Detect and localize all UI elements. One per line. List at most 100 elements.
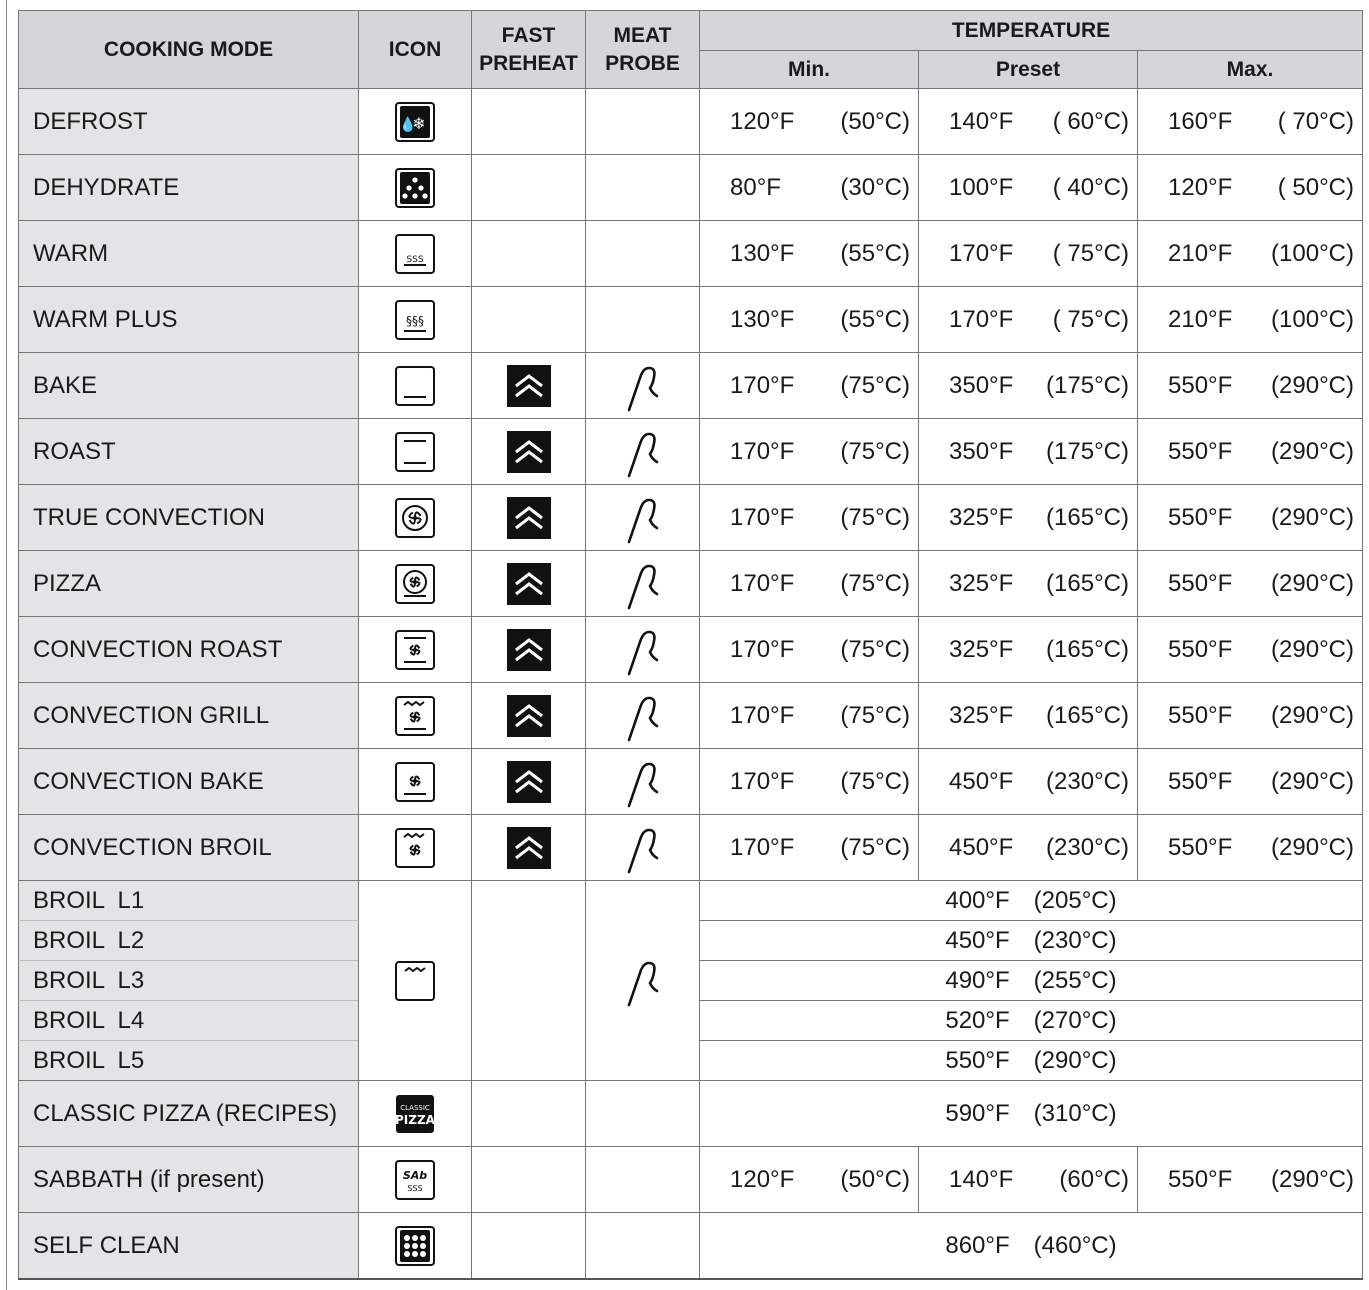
fast-preheat-cell (471, 550, 586, 617)
meat-probe-icon (625, 762, 661, 807)
preset-temp: 140°F (60°C) (918, 1146, 1138, 1213)
temp-c: ( 70°C) (1277, 107, 1354, 135)
fast-preheat-cell (471, 748, 586, 815)
temp-f: 325°F (949, 635, 1014, 663)
svg-text:❄: ❄ (412, 114, 425, 133)
temp-f: 130°F (730, 239, 795, 267)
temp-f: 140°F (949, 1165, 1014, 1193)
fast-preheat-cell (471, 814, 586, 881)
meat-probe-cell (585, 484, 700, 551)
table-row: CONVECTION BROIL 170°F (75°C) 450°F (230°C) 5… (18, 814, 1363, 881)
preset-temp: 325°F (165°C) (918, 616, 1138, 683)
meat-probe-cell (585, 220, 700, 287)
fast-preheat-icon (506, 760, 551, 803)
mode-label: CONVECTION BAKE (18, 748, 359, 815)
max-temp: 550°F (290°C) (1137, 682, 1363, 749)
table-row: TRUE CONVECTION 170°F (75°C) 325°F (165°C) 55… (18, 484, 1363, 551)
meat-probe-cell (585, 682, 700, 749)
temp-f: 550°F (1168, 833, 1233, 861)
fast-preheat-icon (506, 430, 551, 473)
mode-label: BROIL L2 (18, 920, 359, 961)
icon-cell (358, 1212, 472, 1280)
pizza-icon (395, 563, 435, 604)
convection-roast-icon (395, 629, 435, 670)
svg-text:SSS: SSS (406, 255, 423, 265)
preset-temp: 350°F (175°C) (918, 418, 1138, 485)
max-temp: 550°F (290°C) (1137, 814, 1363, 881)
temp-c: (290°C) (1271, 833, 1354, 861)
temp-c: (165°C) (1046, 503, 1129, 531)
preset-temp: 170°F ( 75°C) (918, 220, 1138, 287)
temp-f: 100°F (949, 173, 1014, 201)
temp-c: (75°C) (840, 767, 910, 795)
max-temp: 550°F (290°C) (1137, 352, 1363, 419)
temp-c: (75°C) (840, 437, 910, 465)
icon-cell (358, 550, 472, 617)
temp-c: (100°C) (1271, 239, 1354, 267)
max-temp: 160°F ( 70°C) (1137, 88, 1363, 155)
preset-temp: 860°F (460°C) (699, 1212, 1363, 1280)
icon-cell (358, 880, 472, 1081)
preset-temp: 590°F (310°C) (699, 1080, 1363, 1147)
table-row: CONVECTION GRILL 170°F (75°C) 325°F (165°C) 5… (18, 682, 1363, 749)
true-convection-icon (395, 497, 435, 538)
meat-probe-cell (585, 880, 700, 1081)
temp-c: (290°C) (1271, 371, 1354, 399)
preset-temp: 325°F (165°C) (918, 682, 1138, 749)
temp-f: 550°F (1168, 437, 1233, 465)
fast-preheat-cell (471, 1212, 586, 1280)
temp-c: (460°C) (1033, 1231, 1117, 1259)
icon-cell: CLASSIC PIZZA (358, 1080, 472, 1147)
preset-temp: 450°F (230°C) (918, 748, 1138, 815)
meat-probe-cell (585, 286, 700, 353)
temp-f: 170°F (730, 371, 795, 399)
mode-label: PIZZA (18, 550, 359, 617)
preset-temp: 140°F ( 60°C) (918, 88, 1138, 155)
temp-c: (55°C) (840, 305, 910, 333)
mode-label: CLASSIC PIZZA (RECIPES) (18, 1080, 359, 1147)
meat-probe-cell (585, 814, 700, 881)
min-temp: 170°F (75°C) (699, 682, 919, 749)
icon-cell: §§§ (358, 286, 472, 353)
mode-label: SABBATH (if present) (18, 1146, 359, 1213)
temp-f: 120°F (730, 107, 795, 135)
temp-c: (50°C) (840, 1165, 910, 1193)
temp-f: 520°F (945, 1006, 1010, 1034)
min-temp: 170°F (75°C) (699, 418, 919, 485)
min-temp: 170°F (75°C) (699, 814, 919, 881)
fast-preheat-icon (506, 826, 551, 869)
mode-label: BROIL L5 (18, 1040, 359, 1081)
temp-c: ( 75°C) (1052, 239, 1129, 267)
meat-probe-icon (625, 366, 661, 411)
temp-c: (290°C) (1271, 437, 1354, 465)
temp-f: 170°F (949, 239, 1014, 267)
mode-label: BAKE (18, 352, 359, 419)
min-temp: 120°F (50°C) (699, 1146, 919, 1213)
temp-c: ( 75°C) (1052, 305, 1129, 333)
header-fast-preheat: FAST PREHEAT (471, 10, 586, 89)
fast-preheat-icon (506, 496, 551, 539)
temp-c: (75°C) (840, 503, 910, 531)
mode-label: BROIL L4 (18, 1000, 359, 1041)
min-temp: 80°F (30°C) (699, 154, 919, 221)
meat-probe-cell (585, 550, 700, 617)
temp-f: 120°F (730, 1165, 795, 1193)
table-row: ROAST 170°F (75°C) 350°F (175°C) 550°F (290°C) (18, 418, 1363, 485)
fast-preheat-icon (506, 628, 551, 671)
temp-c: ( 50°C) (1277, 173, 1354, 201)
mode-label: WARM PLUS (18, 286, 359, 353)
min-temp: 170°F (75°C) (699, 550, 919, 617)
temp-f: 400°F (945, 886, 1010, 914)
temp-c: (165°C) (1046, 635, 1129, 663)
temp-c: (310°C) (1033, 1099, 1117, 1127)
temp-f: 860°F (945, 1231, 1010, 1259)
temp-f: 170°F (730, 569, 795, 597)
broil-temp: 520°F (270°C) (699, 1000, 1363, 1041)
temp-c: (230°C) (1046, 767, 1129, 795)
temp-f: 130°F (730, 305, 795, 333)
svg-text:§§§: §§§ (406, 314, 424, 328)
broil-temp: 400°F (205°C) (699, 880, 1363, 921)
temp-c: (165°C) (1046, 701, 1129, 729)
icon-cell: 💧 ❄ (358, 88, 472, 155)
classic-pizza-icon: CLASSIC PIZZA (395, 1094, 435, 1133)
